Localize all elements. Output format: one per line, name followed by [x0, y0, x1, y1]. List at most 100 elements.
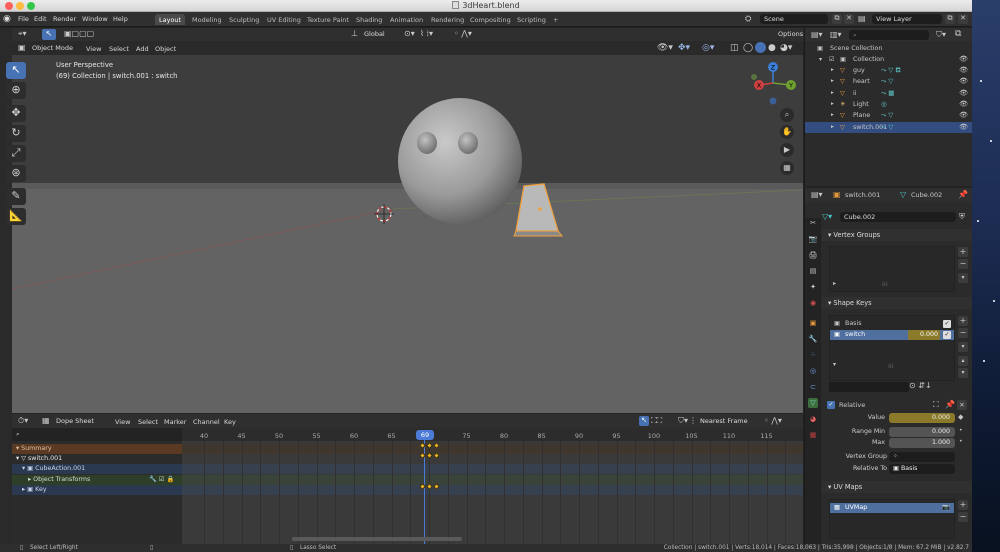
outliner-item-switch-001[interactable]: ▸ ▽ switch.001 ⤳ ▽ 👁: [805, 121, 972, 133]
object-tab-icon[interactable]: ▣: [808, 318, 818, 328]
shape-key-specials-button[interactable]: ▾: [958, 342, 968, 352]
eye-icon[interactable]: 👁: [959, 122, 968, 133]
relative-to-field[interactable]: ▣ Basis: [889, 464, 955, 474]
camera-icon[interactable]: ▶: [780, 143, 794, 157]
frame-ruler[interactable]: 404550556065707580859095100105110115: [182, 428, 803, 441]
move-shape-key-down-button[interactable]: ▾: [958, 368, 968, 378]
shading-wireframe-icon[interactable]: ◯: [743, 43, 753, 53]
keyframe-value-icon[interactable]: ◆: [958, 413, 963, 421]
vertex-group-specials-button[interactable]: ▾: [958, 273, 968, 283]
add-uv-map-button[interactable]: +: [958, 500, 968, 510]
list-expand-icon[interactable]: ▸: [833, 280, 836, 287]
active-render-camera-icon[interactable]: 📷: [942, 503, 950, 513]
expand-arrow-icon[interactable]: ▸: [831, 122, 834, 133]
zoom-icon[interactable]: ⌕: [780, 108, 794, 122]
pan-hand-icon[interactable]: ✋: [780, 125, 794, 139]
ds-menu-key[interactable]: Key: [224, 418, 236, 426]
channel-group[interactable]: ▸ Object Transforms 🔧 ☑ 🔒: [12, 475, 182, 485]
list-expand-icon[interactable]: ▾: [833, 361, 836, 368]
measure-tool-icon[interactable]: 📐: [6, 208, 26, 225]
visibility-icon[interactable]: 👁▾: [657, 43, 673, 53]
tool-tab-icon[interactable]: ✂: [808, 218, 818, 228]
eye-icon[interactable]: 👁: [959, 54, 968, 65]
dope-sheet-editor[interactable]: ⏱▾ ▦ Dope Sheet View Select Marker Chann…: [12, 414, 803, 544]
display-mode-icon[interactable]: ▥▾: [830, 30, 842, 39]
only-selected-icon[interactable]: ↖: [639, 416, 649, 426]
shading-material-icon[interactable]: ●: [768, 43, 776, 53]
remove-shape-key-button[interactable]: −: [958, 328, 968, 338]
3d-viewport[interactable]: Z Y X User Perspective (69) Collection |…: [12, 55, 803, 413]
outliner-editor-type-icon[interactable]: ▤▾: [811, 30, 823, 39]
expand-arrow-icon[interactable]: ▸: [831, 65, 834, 76]
channel-search[interactable]: ⌕: [12, 428, 182, 441]
channel-summary[interactable]: ▾ Summary: [12, 444, 182, 454]
tab-uv-editing[interactable]: UV Editing: [263, 14, 305, 25]
filter-icon[interactable]: ⛉▾: [678, 416, 688, 426]
shape-key-mute-checkbox[interactable]: ✓: [943, 320, 951, 328]
sort-icons[interactable]: ⊙ ⇵↓: [909, 381, 932, 390]
shape-key-mute-checkbox[interactable]: ✓: [943, 331, 951, 339]
sphere-eye-right[interactable]: [458, 132, 478, 154]
view-layer-tab-icon[interactable]: ▤: [808, 266, 818, 276]
mesh-datablock-field[interactable]: Cube.002: [840, 212, 956, 222]
annotate-tool-icon[interactable]: ✎: [6, 188, 26, 205]
shape-keys-list[interactable]: ▣ Basis ✓ ▣ switch 0.000 ✓ ▾ ⁞⁞⁞: [829, 315, 955, 381]
shape-key-row-switch[interactable]: ▣ switch 0.000 ✓: [830, 330, 954, 340]
delete-scene-icon[interactable]: ✕: [844, 14, 854, 24]
ds-menu-marker[interactable]: Marker: [164, 418, 186, 426]
ds-menu-view[interactable]: View: [115, 418, 130, 426]
add-workspace-button[interactable]: +: [549, 14, 562, 25]
transform-orientation-dropdown[interactable]: Global: [360, 29, 402, 39]
mode-dropdown[interactable]: Object Mode: [28, 43, 84, 53]
move-shape-key-up-button[interactable]: ▴: [958, 356, 968, 366]
eye-icon[interactable]: 👁: [959, 76, 968, 87]
move-tool-icon[interactable]: ✥: [6, 105, 26, 122]
tab-scripting[interactable]: Scripting: [513, 14, 550, 25]
max-field[interactable]: 1.000: [889, 438, 955, 448]
value-field[interactable]: 0.000: [889, 413, 955, 423]
rotate-tool-icon[interactable]: ↻: [6, 125, 26, 142]
dopesheet-editor-type-icon[interactable]: ⏱▾: [18, 416, 28, 426]
eye-icon[interactable]: 👁: [959, 99, 968, 110]
grid-perspective-icon[interactable]: ▦: [780, 161, 794, 175]
remove-uv-map-button[interactable]: −: [958, 512, 968, 522]
tab-texture-paint[interactable]: Texture Paint: [303, 14, 353, 25]
tab-compositing[interactable]: Compositing: [466, 14, 515, 25]
keyframe-area[interactable]: [182, 441, 803, 544]
select-box-tool-icon[interactable]: ↖: [6, 62, 26, 79]
pivot-point-icon[interactable]: ⊙▾: [404, 29, 415, 38]
mesh-browse-icon[interactable]: ▽▾: [822, 212, 832, 221]
snap-dropdown[interactable]: Nearest Frame: [696, 416, 758, 426]
delete-view-layer-icon[interactable]: ✕: [958, 14, 968, 24]
expand-arrow-icon[interactable]: ▸: [831, 76, 834, 87]
tab-rendering[interactable]: Rendering: [427, 14, 468, 25]
gizmo-toggle-icon[interactable]: ✥▾: [678, 43, 690, 53]
new-scene-icon[interactable]: ⧉: [832, 14, 842, 24]
menu-edit[interactable]: Edit: [34, 15, 47, 23]
new-view-layer-icon[interactable]: ⧉: [945, 14, 955, 24]
vp-menu-view[interactable]: View: [86, 45, 101, 53]
modifier-tab-icon[interactable]: 🔧: [808, 334, 818, 344]
keyframe-range-min-icon[interactable]: •: [959, 427, 963, 434]
xray-toggle-icon[interactable]: ◫: [730, 43, 739, 53]
vertex-groups-list[interactable]: ▸ ⁞⁞⁞: [829, 246, 955, 292]
snap-icon[interactable]: ⌇ ⁞▾: [420, 29, 433, 38]
vp-menu-select[interactable]: Select: [109, 45, 129, 53]
fake-user-shield-icon[interactable]: ⛨: [959, 212, 965, 222]
collection-checkbox[interactable]: ☑: [829, 54, 835, 65]
transform-tool-icon[interactable]: ⊛: [6, 165, 26, 182]
blender-logo-icon[interactable]: ◉: [3, 14, 13, 24]
ds-menu-select[interactable]: Select: [138, 418, 158, 426]
object-data-icons[interactable]: ◎: [881, 99, 887, 110]
mesh-data-tab-icon[interactable]: ▽: [808, 398, 818, 408]
tab-sculpting[interactable]: Sculpting: [225, 14, 263, 25]
shape-key-filter-field[interactable]: [829, 382, 909, 392]
world-tab-icon[interactable]: ◉: [808, 298, 818, 308]
list-resize-handle[interactable]: ⁞⁞⁞: [882, 281, 888, 288]
menu-file[interactable]: File: [18, 15, 29, 23]
shape-key-row-basis[interactable]: ▣ Basis ✓: [830, 319, 954, 329]
shape-key-edit-mode-icon[interactable]: ⛶: [933, 399, 939, 411]
clear-shape-key-icon[interactable]: ✕: [957, 400, 967, 410]
add-vertex-group-button[interactable]: +: [958, 247, 968, 257]
object-data-icons[interactable]: ⤳ ▽: [881, 110, 893, 121]
